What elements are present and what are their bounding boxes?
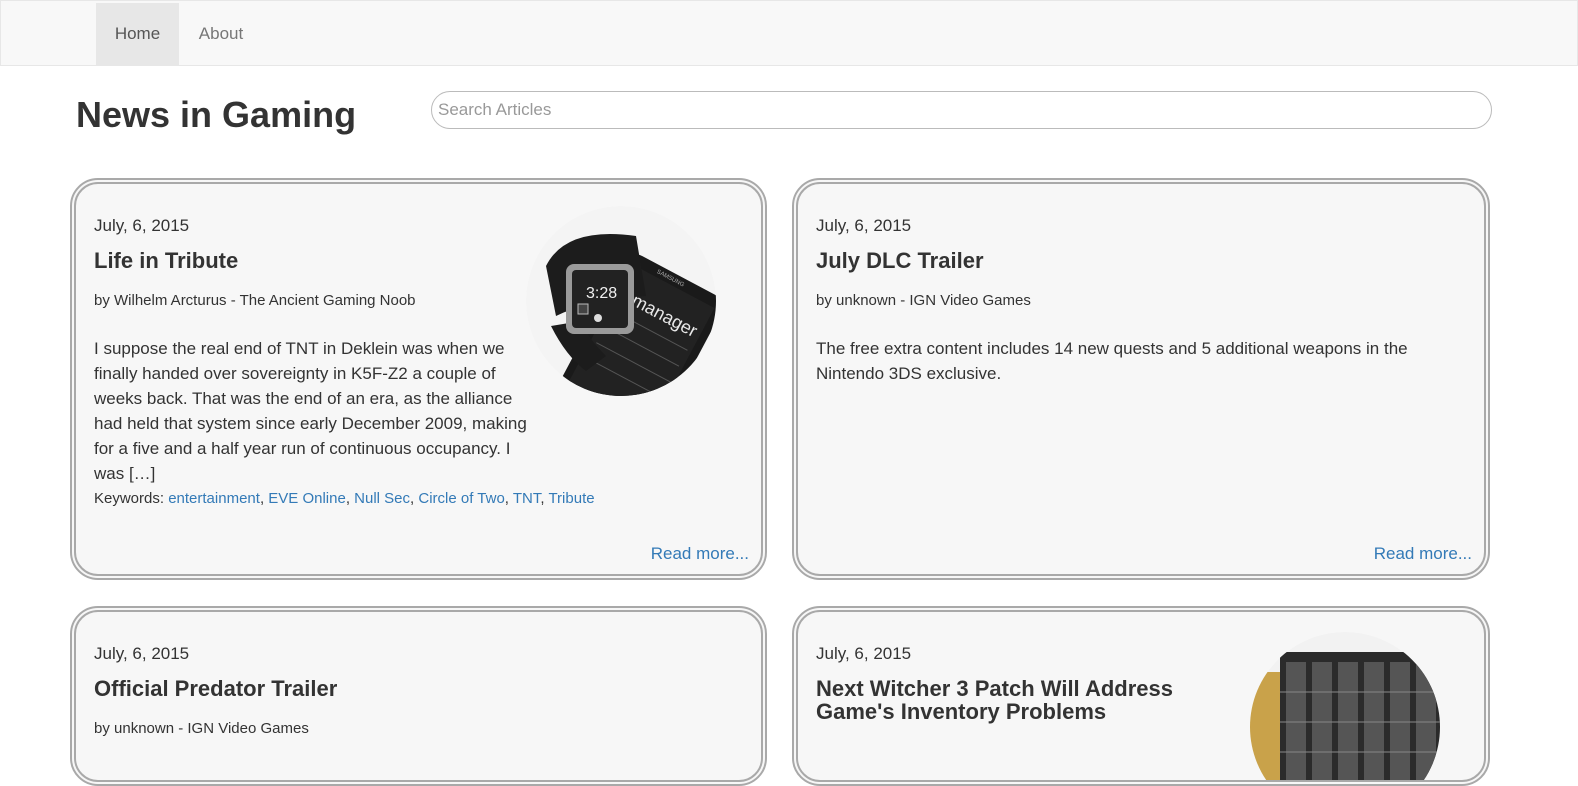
search-input[interactable] <box>431 91 1492 129</box>
read-more-link[interactable]: Read more... <box>1374 544 1472 564</box>
article-card: July, 6, 2015 Next Witcher 3 Patch Will … <box>792 606 1490 786</box>
nav-home-link[interactable]: Home <box>96 3 179 65</box>
navbar: Home About <box>0 0 1578 66</box>
article-title[interactable]: Next Witcher 3 Patch Will Address Game's… <box>816 677 1216 723</box>
article-date: July, 6, 2015 <box>94 644 190 663</box>
smartwatch-photo-icon: manager SAMSUNG 3:28 <box>526 206 716 396</box>
keyword-link[interactable]: entertainment <box>168 490 260 507</box>
article-byline: by Wilhelm Arcturus - The Ancient Gaming… <box>94 292 416 309</box>
read-more-link[interactable]: Read more... <box>651 544 749 564</box>
keyword-link[interactable]: EVE Online <box>268 490 346 507</box>
article-excerpt-text: I suppose the real end of TNT in Deklein… <box>94 339 527 483</box>
article-excerpt: The free extra content includes 14 new q… <box>816 339 1408 383</box>
keyword-link[interactable]: Null Sec <box>354 490 410 507</box>
keyword-link[interactable]: TNT <box>513 490 541 507</box>
article-date: July, 6, 2015 <box>816 216 912 235</box>
article-title[interactable]: Life in Tribute <box>94 249 238 272</box>
article-date: July, 6, 2015 <box>816 644 912 663</box>
article-byline: by unknown - IGN Video Games <box>94 720 309 737</box>
watch-time-label: 3:28 <box>586 285 617 302</box>
article-card: July, 6, 2015 July DLC Trailer by unknow… <box>792 178 1490 580</box>
article-card: July, 6, 2015 Official Predator Trailer … <box>70 606 767 786</box>
article-title[interactable]: Official Predator Trailer <box>94 677 337 700</box>
page-title: News in Gaming <box>76 94 357 135</box>
article-keywords: Keywords: entertainment, EVE Online, Nul… <box>94 490 595 507</box>
keyword-link[interactable]: Circle of Two <box>418 490 504 507</box>
keywords-label: Keywords: <box>94 490 165 507</box>
article-date: July, 6, 2015 <box>94 216 190 235</box>
server-rack-photo-icon <box>1250 632 1440 780</box>
nav-about-link[interactable]: About <box>179 3 263 65</box>
article-byline: by unknown - IGN Video Games <box>816 292 1031 309</box>
keyword-link[interactable]: Tribute <box>548 490 594 507</box>
article-card: July, 6, 2015 Life in Tribute by Wilhelm… <box>70 178 767 580</box>
article-title[interactable]: July DLC Trailer <box>816 249 984 272</box>
